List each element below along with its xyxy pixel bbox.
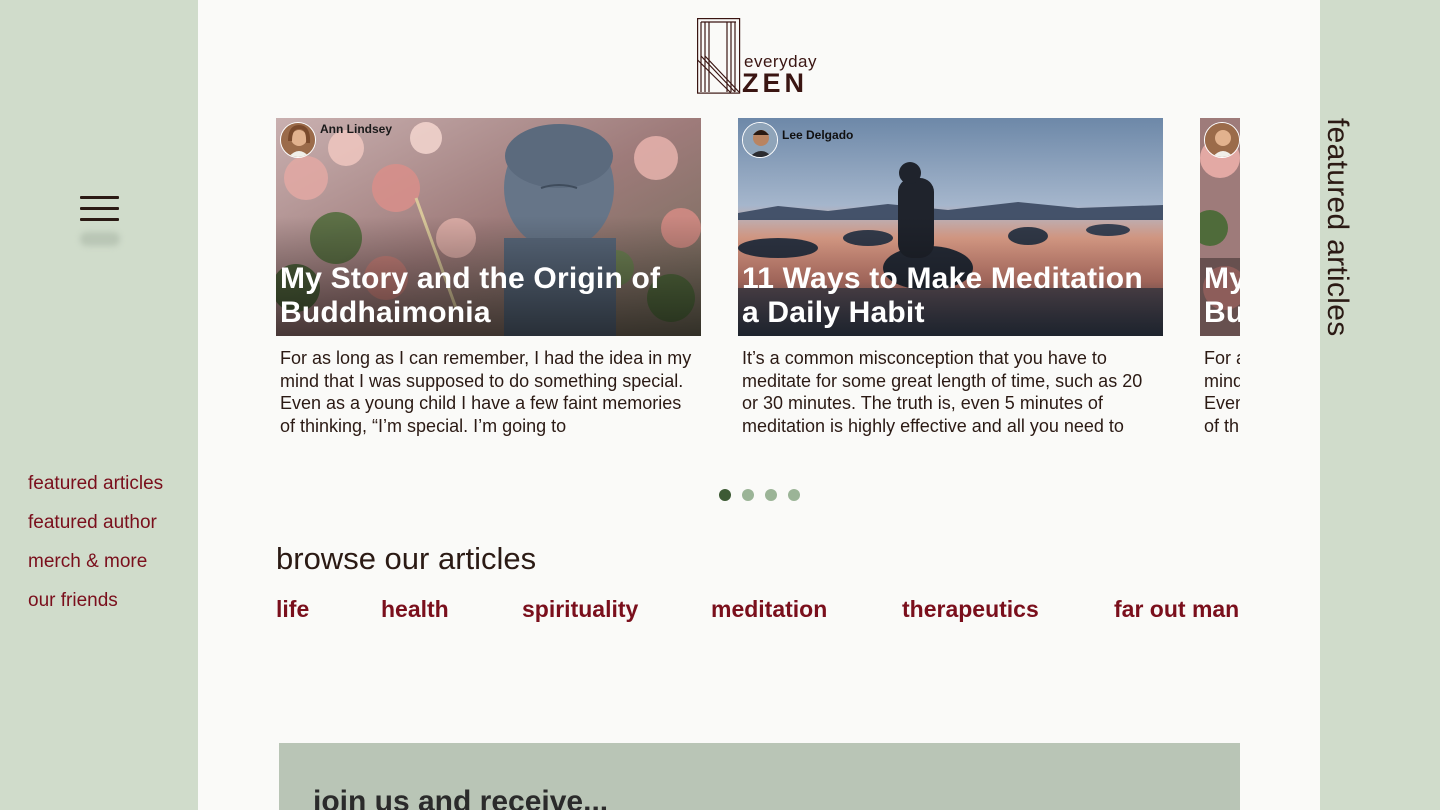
side-nav: featured articles featured author merch … <box>28 472 163 628</box>
category-link-far-out-man[interactable]: far out man <box>1114 594 1239 624</box>
browse-heading: browse our articles <box>276 541 537 576</box>
category-list: life health spirituality meditation ther… <box>276 594 1240 628</box>
article-card-image[interactable]: Ann Lindsey My Story and the Origin of B… <box>276 118 701 336</box>
category-link-health[interactable]: health <box>381 594 449 624</box>
side-nav-merch[interactable]: merch & more <box>28 550 163 589</box>
carousel-pagination <box>719 489 809 501</box>
article-excerpt: It’s a common misconception that you hav… <box>742 348 1143 436</box>
menu-icon-bar <box>80 196 119 199</box>
article-title[interactable]: 11 Ways to Make Meditation a Daily Habit <box>742 262 1152 330</box>
newsletter-panel: join us and receive... <box>279 743 1240 810</box>
article-title[interactable]: My Story and the Origin of Buddhaimonia <box>280 262 690 330</box>
featured-carousel[interactable]: Ann Lindsey My Story and the Origin of B… <box>276 118 1240 448</box>
article-card-image[interactable]: My Story and the Origin of Buddhaimonia <box>1200 118 1240 336</box>
article-card-image[interactable]: Lee Delgado 11 Ways to Make Meditation a… <box>738 118 1163 336</box>
author-avatar[interactable] <box>280 122 316 158</box>
section-vertical-label: featured articles <box>1321 118 1354 337</box>
side-nav-our-friends[interactable]: our friends <box>28 589 163 628</box>
article-card[interactable]: My Story and the Origin of Buddhaimonia … <box>1200 118 1240 448</box>
side-nav-featured-author[interactable]: featured author <box>28 511 163 550</box>
article-title[interactable]: My Story and the Origin of Buddhaimonia <box>1204 262 1240 330</box>
author-name[interactable]: Ann Lindsey <box>320 122 392 136</box>
author-avatar[interactable] <box>1204 122 1240 158</box>
article-card[interactable]: Lee Delgado 11 Ways to Make Meditation a… <box>738 118 1163 448</box>
category-link-meditation[interactable]: meditation <box>711 594 827 624</box>
logo-text-zen: ZEN <box>742 68 808 98</box>
menu-icon-bar <box>80 207 119 210</box>
carousel-dot[interactable] <box>765 489 777 501</box>
article-excerpt: For as long as I can remember, I had the… <box>280 348 692 436</box>
main-content: everyday ZEN Ann Lindsey My Story and th… <box>198 0 1320 810</box>
newsletter-heading: join us and receive... <box>313 785 609 810</box>
article-excerpt: For as long as I can remember, I had the… <box>1204 348 1240 436</box>
author-name[interactable]: Lee Delgado <box>782 128 853 142</box>
carousel-dot[interactable] <box>742 489 754 501</box>
side-nav-featured-articles[interactable]: featured articles <box>28 472 163 511</box>
menu-icon-shadow <box>80 232 120 246</box>
category-link-life[interactable]: life <box>276 594 309 624</box>
menu-icon-bar <box>80 218 119 221</box>
author-avatar[interactable] <box>742 122 778 158</box>
carousel-dot[interactable] <box>719 489 731 501</box>
menu-icon[interactable] <box>80 196 119 222</box>
article-card[interactable]: Ann Lindsey My Story and the Origin of B… <box>276 118 701 448</box>
category-link-therapeutics[interactable]: therapeutics <box>902 594 1039 624</box>
category-link-spirituality[interactable]: spirituality <box>522 594 638 624</box>
left-sidebar: featured articles featured author merch … <box>0 0 198 810</box>
carousel-dot[interactable] <box>788 489 800 501</box>
